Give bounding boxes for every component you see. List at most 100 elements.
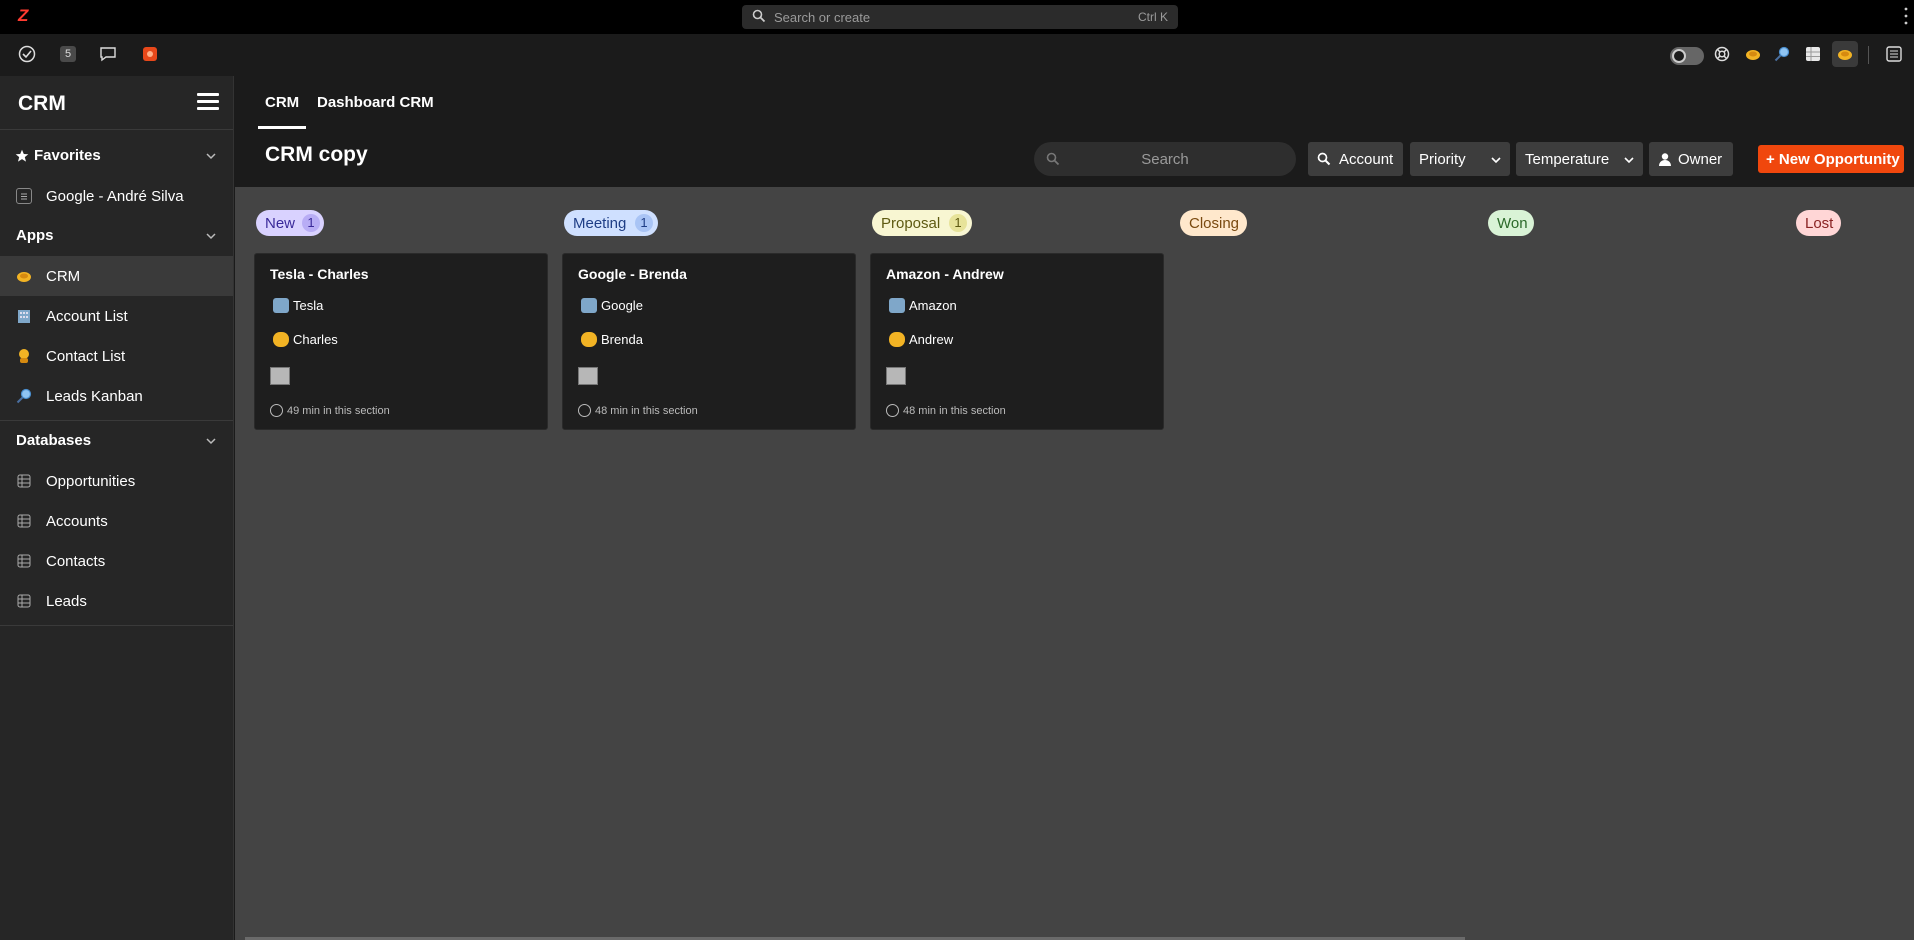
card-account[interactable]: Tesla — [273, 298, 323, 313]
opportunity-card[interactable]: Tesla - Charles Tesla Charles 49 min in … — [254, 253, 548, 430]
sidebar-divider — [0, 625, 233, 626]
sidebar-item-accounts[interactable]: Accounts — [0, 501, 233, 541]
section-apps[interactable]: Apps — [0, 216, 233, 256]
temperature-filter-label: Temperature — [1525, 151, 1610, 168]
panel-icon[interactable] — [1884, 44, 1904, 64]
sidebar-item-label: Leads Kanban — [46, 388, 143, 405]
column-header-won[interactable]: Won — [1488, 210, 1534, 236]
priority-filter-button[interactable]: Priority — [1410, 142, 1510, 176]
section-favorites[interactable]: Favorites — [0, 136, 233, 176]
chat-icon[interactable] — [98, 44, 118, 64]
sidebar-item-label: Accounts — [46, 513, 108, 530]
sidebar-item-leads[interactable]: Leads — [0, 581, 233, 621]
app-toolbar: 5 — [0, 34, 1914, 76]
theme-toggle[interactable] — [1670, 47, 1704, 65]
column-count: 1 — [949, 214, 967, 232]
sidebar-item-contacts[interactable]: Contacts — [0, 541, 233, 581]
column-name: Proposal — [881, 215, 941, 232]
magnifier-icon[interactable] — [1772, 44, 1792, 64]
global-search-bar[interactable]: Search or create Ctrl K — [742, 5, 1178, 29]
handshake-active-icon[interactable] — [1832, 41, 1858, 67]
notification-count-badge[interactable]: 5 — [58, 44, 78, 64]
owner-avatar[interactable] — [270, 367, 290, 385]
person-icon — [16, 348, 32, 364]
user-icon — [1659, 153, 1671, 166]
card-contact[interactable]: Charles — [273, 332, 338, 347]
person-icon — [581, 332, 597, 347]
card-title: Google - Brenda — [578, 266, 687, 282]
table-icon — [16, 513, 32, 529]
board-search-input[interactable]: Search — [1034, 142, 1296, 176]
column-name: Closing — [1189, 215, 1240, 232]
view-tabs: CRM Dashboard CRM — [235, 76, 1914, 130]
handshake-icon[interactable] — [1743, 44, 1763, 64]
search-icon — [1317, 152, 1331, 166]
column-header-meeting[interactable]: Meeting 1 — [564, 210, 658, 236]
sidebar-item-crm[interactable]: CRM — [0, 256, 233, 296]
card-account[interactable]: Google — [581, 298, 643, 313]
chevron-down-icon — [206, 153, 216, 160]
column-header-closing[interactable]: Closing — [1180, 210, 1247, 236]
chevron-down-icon — [1491, 157, 1501, 164]
column-header-proposal[interactable]: Proposal 1 — [872, 210, 972, 236]
account-filter-button[interactable]: Account — [1308, 142, 1403, 176]
card-contact-label: Andrew — [909, 332, 954, 347]
column-header-new[interactable]: New 1 — [256, 210, 324, 236]
card-time-in-section: 48 min in this section — [886, 404, 1006, 417]
lifebuoy-icon[interactable] — [1712, 44, 1732, 64]
app-logo[interactable]: Z — [18, 6, 28, 26]
opportunity-card[interactable]: Amazon - Andrew Amazon Andrew 48 min in … — [870, 253, 1164, 430]
toolbar-separator — [1868, 46, 1869, 64]
person-icon — [889, 332, 905, 347]
clock-icon — [270, 404, 283, 417]
clock-icon — [886, 404, 899, 417]
more-options-icon[interactable] — [1904, 6, 1908, 26]
card-time-in-section: 49 min in this section — [270, 404, 390, 417]
card-contact[interactable]: Andrew — [889, 332, 953, 347]
main-area: CRM Dashboard CRM CRM copy Search Accoun… — [235, 76, 1914, 940]
column-count: 1 — [302, 214, 320, 232]
card-account-label: Google — [601, 298, 643, 313]
column-header-lost[interactable]: Lost — [1796, 210, 1841, 236]
column-name: New — [265, 215, 296, 232]
column-count: 1 — [635, 214, 653, 232]
sidebar-item-opportunities[interactable]: Opportunities — [0, 461, 233, 501]
new-opportunity-button[interactable]: + New Opportunity — [1758, 145, 1904, 173]
page-title: CRM copy — [265, 143, 368, 166]
table-icon — [16, 553, 32, 569]
temperature-filter-button[interactable]: Temperature — [1516, 142, 1643, 176]
page-header: CRM copy Search Account Priority Tempera… — [235, 130, 1914, 187]
sidebar-item-contact-list[interactable]: Contact List — [0, 336, 233, 376]
sidebar-item-label: Opportunities — [46, 473, 136, 490]
chevron-down-icon — [1624, 157, 1634, 164]
owner-avatar[interactable] — [578, 367, 598, 385]
section-apps-label: Apps — [16, 227, 54, 244]
global-search-placeholder: Search or create — [774, 10, 871, 25]
board-search-placeholder: Search — [1141, 151, 1189, 168]
search-icon — [752, 9, 766, 23]
tab-dashboard-crm[interactable]: Dashboard CRM — [317, 94, 434, 111]
sidebar-item-account-list[interactable]: Account List — [0, 296, 233, 336]
section-databases-label: Databases — [16, 432, 92, 449]
owner-filter-button[interactable]: Owner — [1649, 142, 1733, 176]
tab-crm[interactable]: CRM — [265, 94, 299, 111]
owner-avatar[interactable] — [886, 367, 906, 385]
table-icon — [16, 593, 32, 609]
card-account[interactable]: Amazon — [889, 298, 957, 313]
card-contact[interactable]: Brenda — [581, 332, 643, 347]
person-icon — [273, 332, 289, 347]
opportunity-card[interactable]: Google - Brenda Google Brenda 48 min in … — [562, 253, 856, 430]
sidebar-item-leads-kanban[interactable]: Leads Kanban — [0, 376, 233, 416]
section-databases[interactable]: Databases — [0, 421, 233, 461]
table-icon[interactable] — [1803, 44, 1823, 64]
sidebar-item-google-andre-silva[interactable]: Google - André Silva — [0, 176, 233, 216]
owner-filter-label: Owner — [1678, 151, 1723, 168]
new-opportunity-label: + New Opportunity — [1766, 151, 1900, 168]
app-orange-icon[interactable] — [140, 44, 160, 64]
sidebar-item-label: Contacts — [46, 553, 106, 570]
clock-icon — [578, 404, 591, 417]
building-icon — [273, 298, 289, 313]
doc-icon — [16, 188, 32, 204]
hamburger-menu-icon[interactable] — [197, 93, 219, 111]
check-circle-icon[interactable] — [17, 44, 37, 64]
